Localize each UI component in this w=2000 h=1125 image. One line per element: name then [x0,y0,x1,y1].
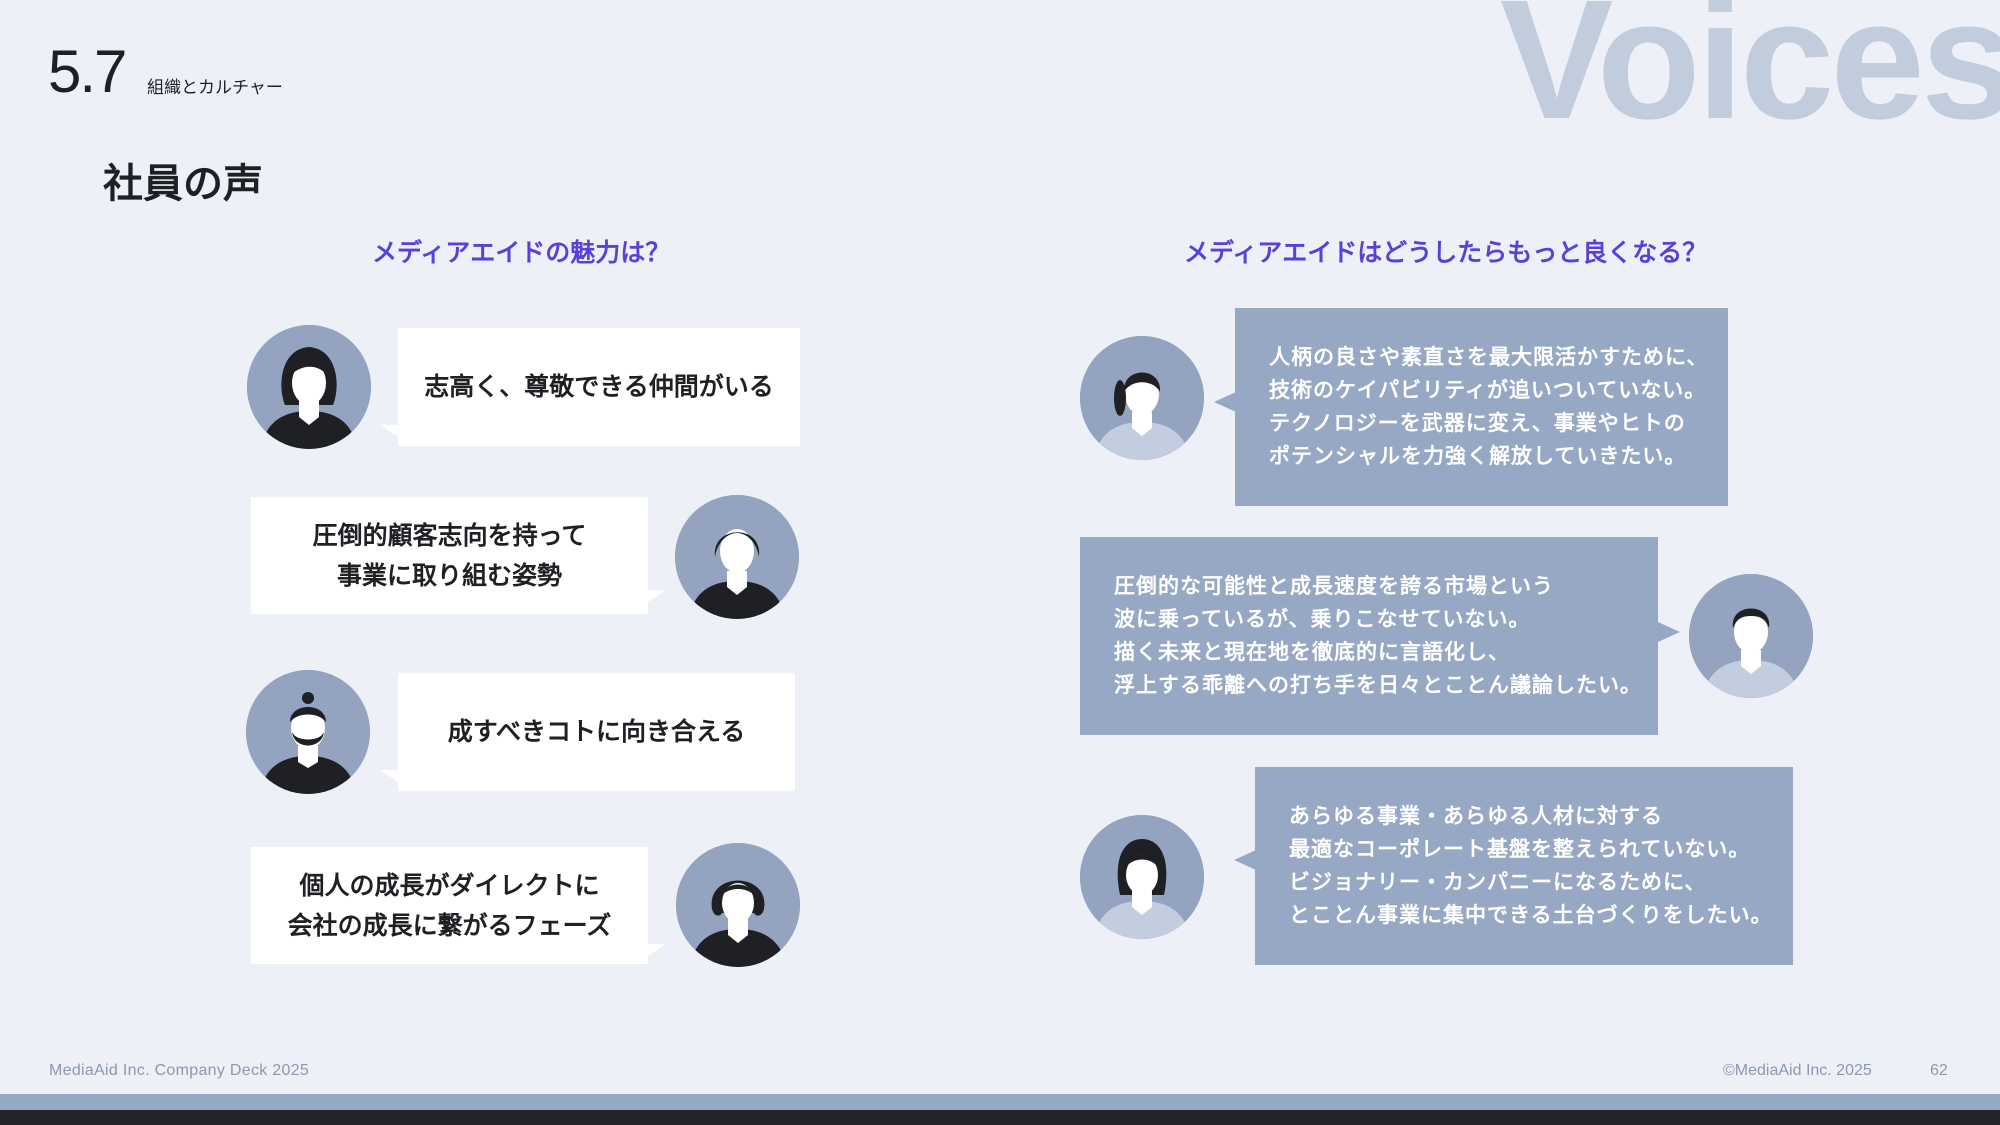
male-short-hair-avatar-icon [1689,574,1813,698]
bubble-line: ポテンシャルを力強く解放していきたい。 [1269,444,1687,468]
bubble-text: 志高く、尊敬できる仲間がいる [424,367,774,407]
bubble-tail [1214,392,1236,412]
bubble-line: テクノロジーを武器に変え、事業やヒトの [1269,411,1686,435]
bubble-line: 圧倒的顧客志向を持って [312,520,587,550]
speech-bubble: あらゆる事業・あらゆる人材に対する 最適なコーポレート基盤を整えられていない。 … [1255,767,1793,965]
page-title: 社員の声 [103,161,263,207]
watermark-text: Voices [1500,0,2000,155]
speech-bubble: 成すべきコトに向き合える [398,673,795,791]
bubble-line: とことん事業に集中できる土台づくりをしたい。 [1289,903,1773,927]
bubble-line: 描く未来と現在地を徹底的に言語化し、 [1114,640,1510,664]
bubble-line: ビジョナリー・カンパニーになるために、 [1289,870,1707,894]
bubble-tail [380,770,398,782]
bubble-text: 圧倒的顧客志向を持って 事業に取り組む姿勢 [313,516,587,596]
speech-bubble: 人柄の良さや素直さを最大限活かすために、 技術のケイパビリティが追いついていない… [1235,308,1728,506]
female-avatar-icon [1080,815,1204,939]
bubble-line: 会社の成長に繋がるフェーズ [287,910,612,940]
bubble-tail [1234,850,1256,870]
bubble-line: 人柄の良さや素直さを最大限活かすために、 [1269,345,1709,369]
left-column-heading: メディアエイドの魅力は？ [372,238,671,267]
male-bearded-avatar-icon [246,670,370,794]
bubble-line: 最適なコーポレート基盤を整えられていない。 [1289,837,1751,861]
bubble-line: 個人の成長がダイレクトに [299,870,600,900]
footer-bar-light [0,1094,2000,1110]
female-long-hair-avatar-icon [247,325,371,449]
bubble-tail [380,425,398,437]
bubble-line: あらゆる事業・あらゆる人材に対する [1289,804,1663,828]
section-label: 組織とカルチャー [147,78,283,98]
footer-bar-dark [0,1110,2000,1125]
speech-bubble: 圧倒的な可能性と成長速度を誇る市場という 波に乗っているが、乗りこなせていない。… [1080,537,1658,735]
bubble-line: 技術のケイパビリティが追いついていない。 [1269,378,1707,402]
footer-deck-title: MediaAid Inc. Company Deck 2025 [49,1062,310,1079]
bubble-tail [648,944,666,956]
page-number: 62 [1930,1062,1948,1079]
speech-bubble: 個人の成長がダイレクトに 会社の成長に繋がるフェーズ [251,847,648,964]
bubble-line: 波に乗っているが、乗りこなせていない。 [1114,607,1531,631]
bubble-text: 個人の成長がダイレクトに 会社の成長に繋がるフェーズ [288,866,612,946]
female-bob-avatar-icon [676,843,800,967]
bubble-line: 成すべきコトに向き合える [447,717,746,746]
section-number: 5.7 [48,38,127,105]
speech-bubble: 志高く、尊敬できる仲間がいる [398,328,800,446]
female-ponytail-avatar-icon [1080,336,1204,460]
speech-bubble: 圧倒的顧客志向を持って 事業に取り組む姿勢 [251,497,648,614]
bubble-tail [1658,622,1680,642]
bubble-line: 圧倒的な可能性と成長速度を誇る市場という [1114,574,1554,598]
bubble-line: 浮上する乖離への打ち手を日々とことん議論したい。 [1114,673,1642,697]
bubble-text: 成すべきコトに向き合える [448,712,746,752]
right-column-heading: メディアエイドはどうしたらもっと良くなる？ [1184,238,1708,267]
bubble-line: 事業に取り組む姿勢 [336,560,562,590]
bubble-line: 志高く、尊敬できる仲間がいる [424,372,774,401]
footer-copyright: ©MediaAid Inc. 2025 [1723,1062,1872,1079]
female-short-hair-avatar-icon [675,495,799,619]
bubble-tail [648,590,666,602]
